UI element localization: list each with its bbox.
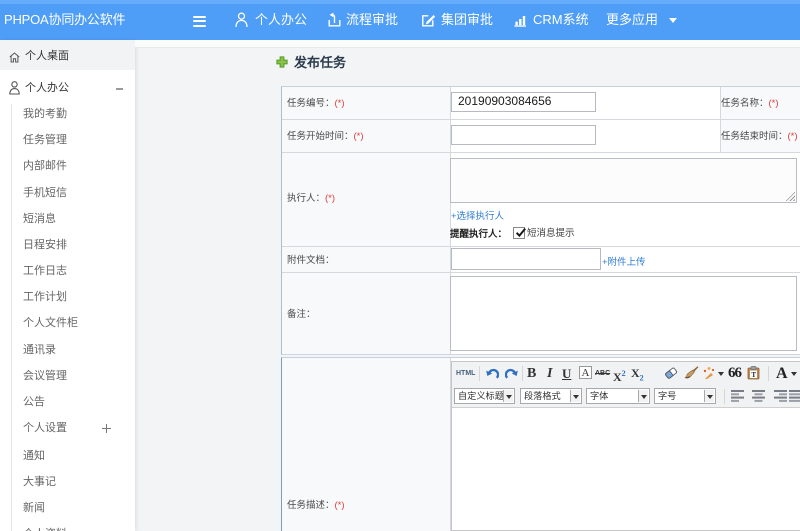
svg-text:T: T (751, 371, 756, 379)
